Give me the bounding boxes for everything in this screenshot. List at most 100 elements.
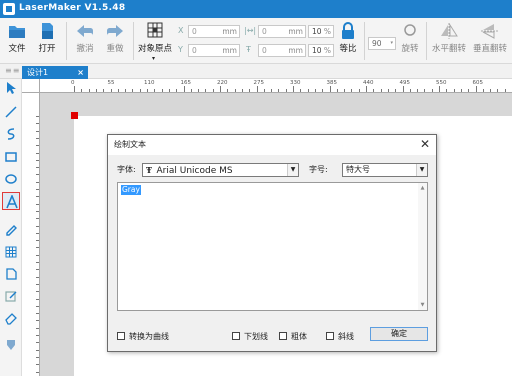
drawing-tools-panel bbox=[0, 79, 22, 376]
y-position-field[interactable]: 0 mm bbox=[188, 44, 240, 57]
scroll-up-icon[interactable]: ▲ bbox=[418, 183, 427, 193]
ruler-tick-mark bbox=[132, 89, 134, 92]
width-unit: mm bbox=[288, 27, 303, 36]
line-tool[interactable] bbox=[2, 103, 20, 121]
rotation-angle-select[interactable]: 90 ▾ bbox=[368, 37, 396, 50]
text-content-area[interactable]: Gray ▲ ▼ bbox=[117, 182, 428, 311]
ruler-tick-mark bbox=[460, 89, 462, 92]
redo-button[interactable]: 重做 bbox=[102, 22, 128, 54]
scroll-down-icon[interactable]: ▼ bbox=[418, 300, 427, 310]
folder-icon bbox=[7, 22, 27, 40]
size-select[interactable]: 特大号 ▼ bbox=[342, 163, 428, 177]
close-icon[interactable]: ✕ bbox=[420, 138, 430, 151]
edit-icon bbox=[5, 291, 17, 302]
width-percent-field[interactable]: 10% bbox=[308, 25, 334, 38]
checkbox-box[interactable] bbox=[279, 332, 287, 340]
ruler-tick-mark bbox=[36, 116, 39, 117]
ruler-tick-mark bbox=[314, 89, 316, 92]
open-file-icon bbox=[37, 22, 57, 40]
convert-to-curve-checkbox[interactable]: 转换为曲线 bbox=[117, 331, 169, 342]
chevron-down-icon: ▾ bbox=[390, 40, 393, 46]
flip-horizontal-button[interactable]: 水平翻转 bbox=[429, 22, 469, 54]
font-select-value: Arial Unicode MS bbox=[156, 166, 233, 176]
ruler-corner bbox=[22, 79, 40, 93]
height-percent-field[interactable]: 10% bbox=[308, 44, 334, 57]
ruler-tick-mark bbox=[36, 349, 39, 351]
undo-button[interactable]: 撤消 bbox=[72, 22, 98, 54]
select-tool[interactable] bbox=[2, 79, 20, 97]
width-field[interactable]: 0 mm bbox=[258, 25, 306, 38]
ruler-tick-mark bbox=[256, 86, 258, 92]
flip-vertical-label: 垂直翻转 bbox=[472, 44, 507, 54]
pin-icon bbox=[7, 340, 15, 350]
ruler-tick-mark bbox=[198, 89, 200, 92]
height-field[interactable]: 0 mm bbox=[258, 44, 306, 57]
italic-checkbox[interactable]: 斜线 bbox=[326, 331, 354, 342]
ruler-tick-mark bbox=[482, 89, 484, 92]
ruler-tick-mark bbox=[249, 89, 251, 92]
ruler-tick-mark bbox=[475, 86, 477, 92]
ruler-tick-mark bbox=[147, 89, 148, 92]
italic-label: 斜线 bbox=[338, 332, 354, 341]
ruler-tick-label: 550 bbox=[436, 80, 447, 86]
text-area-scrollbar[interactable]: ▲ ▼ bbox=[418, 183, 427, 310]
width-icon: |↔| bbox=[244, 26, 257, 35]
open-button[interactable]: 打开 bbox=[34, 22, 60, 54]
ruler-tick-mark bbox=[36, 313, 39, 315]
ruler-tick-mark bbox=[36, 240, 39, 242]
curve-tool[interactable] bbox=[2, 125, 20, 143]
ruler-tick-mark bbox=[36, 232, 39, 234]
eraser-tool[interactable] bbox=[2, 309, 20, 327]
bold-label: 粗体 bbox=[291, 332, 307, 341]
x-position-field[interactable]: 0 mm bbox=[188, 25, 240, 38]
ok-button[interactable]: 确定 bbox=[370, 327, 428, 341]
ruler-tick-mark bbox=[190, 89, 192, 92]
undo-arrow-icon bbox=[75, 22, 95, 40]
ruler-tick-mark bbox=[293, 86, 294, 92]
file-button[interactable]: 文件 bbox=[4, 22, 30, 54]
checkbox-box[interactable] bbox=[117, 332, 125, 340]
rotate-button[interactable]: 旋转 bbox=[398, 22, 422, 54]
ruler-tick-mark bbox=[176, 89, 178, 92]
ruler-tick-mark bbox=[468, 89, 470, 92]
redo-arrow-icon bbox=[105, 22, 125, 40]
table-tool[interactable] bbox=[2, 243, 20, 261]
ruler-tick-mark bbox=[205, 89, 207, 92]
image-tool[interactable] bbox=[2, 265, 20, 283]
ruler-tick-mark bbox=[74, 86, 75, 92]
ruler-tick-label: 275 bbox=[253, 80, 265, 86]
ruler-tick-mark bbox=[453, 89, 455, 92]
dialog-title-bar: 绘制文本 ✕ bbox=[108, 135, 436, 155]
checkbox-box[interactable] bbox=[326, 332, 334, 340]
ruler-tick-mark bbox=[409, 89, 411, 92]
pointer-pin-tool[interactable] bbox=[2, 336, 20, 354]
ellipse-tool[interactable] bbox=[2, 170, 20, 188]
underline-checkbox[interactable]: 下划线 bbox=[232, 331, 268, 342]
ruler-tick-mark bbox=[300, 89, 302, 92]
checkbox-box[interactable] bbox=[232, 332, 240, 340]
rectangle-icon bbox=[5, 152, 17, 162]
pen-tool[interactable] bbox=[2, 220, 20, 238]
ruler-tick-mark bbox=[358, 89, 360, 92]
ruler-tick-mark bbox=[36, 335, 39, 336]
flip-vertical-button[interactable]: 垂直翻转 bbox=[470, 22, 510, 54]
grip-handle-icon: ≡≡ bbox=[5, 66, 21, 75]
close-tab-icon[interactable]: × bbox=[77, 66, 84, 79]
height-value: 0 bbox=[262, 46, 267, 55]
lock-ratio-button[interactable]: 等比 bbox=[336, 22, 360, 54]
font-select[interactable]: Ŧ Arial Unicode MS ▼ bbox=[142, 163, 299, 177]
ruler-tick-mark bbox=[220, 86, 221, 92]
x-unit: mm bbox=[222, 27, 237, 36]
app-logo-icon bbox=[3, 3, 15, 15]
edit-tool[interactable] bbox=[2, 287, 20, 305]
ruler-tick-mark bbox=[329, 86, 331, 92]
truetype-font-icon: Ŧ bbox=[146, 165, 152, 175]
text-tool[interactable] bbox=[2, 192, 20, 210]
rectangle-tool[interactable] bbox=[2, 148, 20, 166]
bold-checkbox[interactable]: 粗体 bbox=[279, 331, 307, 342]
object-origin-button[interactable]: 对象原点 ▾ bbox=[135, 22, 175, 62]
ruler-tick-mark bbox=[241, 89, 243, 92]
tab-design-1[interactable]: 设计1 × bbox=[22, 66, 88, 79]
ruler-tick-mark bbox=[351, 89, 353, 92]
ruler-tick-mark bbox=[36, 145, 39, 147]
